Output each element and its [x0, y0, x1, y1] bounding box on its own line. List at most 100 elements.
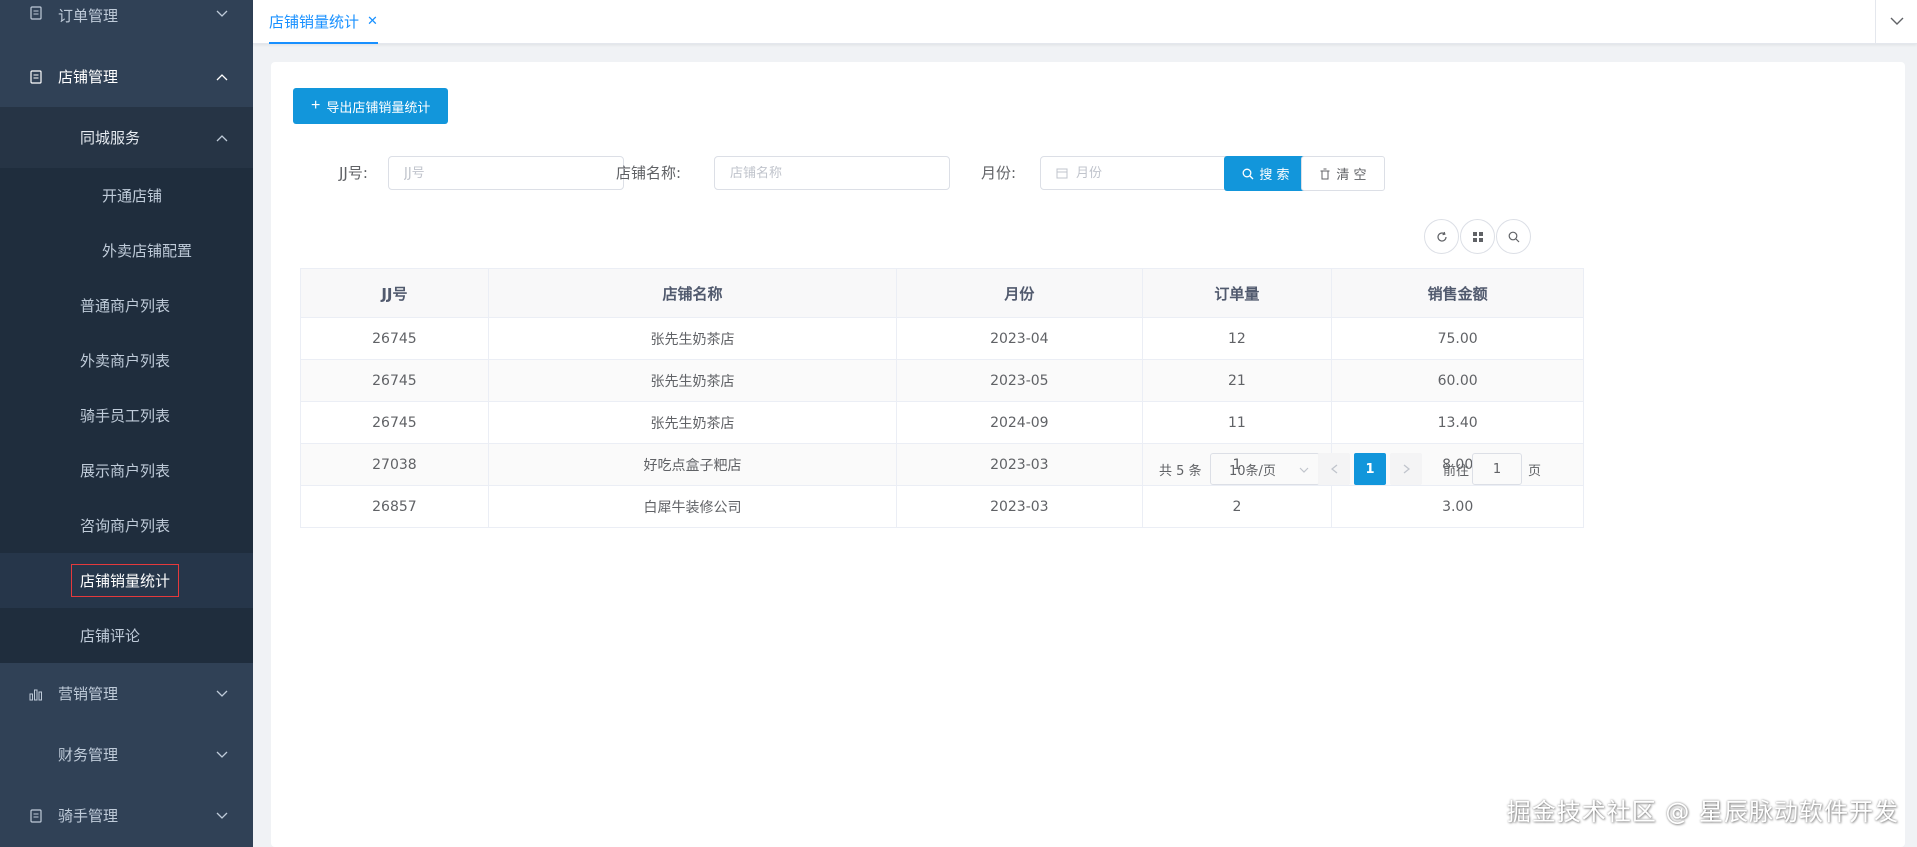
sidebar-sub-list: 开通店铺 外卖店铺配置 普通商户列表 外卖商户列表 骑手员工列表 展示商户列表 … — [0, 168, 253, 663]
pagination-total: 共 5 条 — [1159, 464, 1202, 479]
export-button[interactable]: + 导出店铺销量统计 — [293, 88, 449, 124]
chevron-down-icon — [215, 687, 229, 701]
refresh-icon — [1436, 231, 1447, 242]
document-icon — [28, 69, 44, 85]
search-icon — [1508, 231, 1519, 242]
table-cell: 12 — [1141, 317, 1333, 360]
search-icon — [1242, 168, 1254, 179]
sidebar-menu-rider-mgmt[interactable]: 骑手管理 — [0, 785, 253, 846]
sidebar-menu-label: 营销管理 — [58, 685, 119, 703]
sidebar-submenu-city-service[interactable]: 同城服务 — [0, 107, 253, 168]
chevron-down-icon — [215, 748, 229, 762]
watermark: 掘金技术社区 @ 星辰脉动软件开发 — [1506, 798, 1899, 826]
table-cell: 11 — [1141, 401, 1333, 444]
shop-name-label: 店铺名称: — [616, 164, 682, 182]
page-size-select[interactable]: 10条/页 — [1210, 453, 1320, 485]
close-icon[interactable]: ✕ — [367, 14, 378, 29]
sidebar-menu-label: 财务管理 — [58, 746, 119, 764]
table-row: 26745 张先生奶茶店 2023-04 12 75.00 — [300, 317, 1584, 360]
goto-page-input[interactable]: 1 — [1472, 453, 1522, 485]
table-cell: 75.00 — [1331, 317, 1584, 360]
page-number-current[interactable]: 1 — [1354, 453, 1386, 485]
plus-icon: + — [311, 97, 321, 114]
table-cell: 张先生奶茶店 — [487, 359, 898, 402]
sales-table: JJ号 店铺名称 月份 订单量 销售金额 26745 张先生奶茶店 2023-0… — [300, 268, 1584, 528]
bar-chart-icon — [28, 686, 44, 702]
search-button[interactable]: 搜 索 — [1224, 156, 1308, 191]
trash-icon — [1320, 168, 1330, 179]
sidebar-item-consult-merchants[interactable]: 咨询商户列表 — [0, 498, 253, 553]
sidebar-menu-finance[interactable]: 财务管理 — [0, 724, 253, 785]
table-cell: 3.00 — [1331, 485, 1584, 528]
table-cell: 26857 — [300, 485, 489, 528]
sidebar-menu-label: 订单管理 — [58, 7, 119, 25]
sidebar-menu-label: 店铺管理 — [58, 68, 119, 86]
page-suffix-label: 页 — [1528, 464, 1542, 479]
sidebar-item-shop-sales-stats[interactable]: 店铺销量统计 — [0, 553, 253, 608]
sidebar-item-takeaway-config[interactable]: 外卖店铺配置 — [0, 223, 253, 278]
shop-name-input-wrap — [714, 156, 950, 190]
sidebar-item-takeaway-merchants[interactable]: 外卖商户列表 — [0, 333, 253, 388]
next-page-button[interactable] — [1390, 453, 1422, 485]
table-header-row: JJ号 店铺名称 月份 订单量 销售金额 — [300, 268, 1584, 318]
table-cell: 张先生奶茶店 — [487, 401, 898, 444]
sidebar-menu-shop-mgmt[interactable]: 店铺管理 — [0, 46, 253, 107]
column-header-shop-name: 店铺名称 — [487, 268, 898, 318]
shop-name-input[interactable] — [730, 165, 949, 181]
refresh-button[interactable] — [1424, 219, 1459, 254]
jj-label: JJ号: — [339, 164, 368, 182]
table-cell: 张先生奶茶店 — [487, 317, 898, 360]
grid-icon — [1472, 231, 1483, 242]
tab-dropdown-button[interactable] — [1875, 0, 1917, 44]
sidebar-item-open-shop[interactable]: 开通店铺 — [0, 168, 253, 223]
jj-input[interactable] — [404, 165, 623, 181]
table-cell: 2023-04 — [896, 317, 1143, 360]
calendar-icon — [1056, 167, 1068, 179]
column-header-jj: JJ号 — [300, 268, 489, 318]
chevron-down-icon — [1299, 463, 1309, 478]
sidebar-item-riders[interactable]: 骑手员工列表 — [0, 388, 253, 443]
table-cell: 好吃点盒子粑店 — [487, 443, 898, 486]
table-cell: 21 — [1141, 359, 1333, 402]
table-cell: 13.40 — [1331, 401, 1584, 444]
table-cell: 26745 — [300, 401, 489, 444]
sidebar-item-normal-merchants[interactable]: 普通商户列表 — [0, 278, 253, 333]
table-row: 26745 张先生奶茶店 2023-05 21 60.00 — [300, 359, 1584, 402]
prev-page-button[interactable] — [1318, 453, 1350, 485]
table-cell: 2023-03 — [896, 443, 1143, 486]
table-row: 26857 白犀牛装修公司 2023-03 2 3.00 — [300, 485, 1584, 528]
sidebar-menu-marketing[interactable]: 营销管理 — [0, 663, 253, 724]
column-header-month: 月份 — [896, 268, 1143, 318]
jj-input-wrap — [388, 156, 624, 190]
month-label: 月份: — [981, 164, 1017, 182]
toggle-search-button[interactable] — [1496, 219, 1531, 254]
table-cell: 27038 — [300, 443, 489, 486]
tab-shop-sales-stats[interactable]: 店铺销量统计 ✕ — [269, 0, 378, 44]
clear-button[interactable]: 清 空 — [1301, 156, 1385, 191]
table-cell: 60.00 — [1331, 359, 1584, 402]
chevron-left-icon — [1330, 464, 1337, 474]
document-icon — [28, 5, 44, 21]
table-cell: 26745 — [300, 317, 489, 360]
main-card: + 导出店铺销量统计 JJ号: 店铺名称: 月份: 搜 索 清 空 JJ号 — [271, 62, 1905, 847]
tab-bar: 店铺销量统计 ✕ — [253, 0, 1917, 44]
chevron-down-icon — [1890, 14, 1904, 30]
chevron-down-icon — [215, 809, 229, 823]
columns-button[interactable] — [1460, 219, 1495, 254]
sidebar-menu-label: 骑手管理 — [58, 807, 119, 825]
sidebar: 订单管理 店铺管理 同城服务 开通店铺 外卖店铺配置 普通商户列表 外卖商户列表… — [0, 0, 253, 847]
goto-label: 前往 — [1443, 464, 1470, 479]
chevron-down-icon — [215, 7, 229, 21]
sidebar-item-shop-reviews[interactable]: 店铺评论 — [0, 608, 253, 663]
table-cell: 2024-09 — [896, 401, 1143, 444]
sidebar-item-display-merchants[interactable]: 展示商户列表 — [0, 443, 253, 498]
tab-label: 店铺销量统计 — [269, 12, 360, 31]
chevron-right-icon — [1403, 464, 1410, 474]
table-cell: 2023-03 — [896, 485, 1143, 528]
document-icon — [28, 808, 44, 824]
table-row: 26745 张先生奶茶店 2024-09 11 13.40 — [300, 401, 1584, 444]
sidebar-submenu-label: 同城服务 — [80, 129, 141, 147]
sidebar-menu-order-mgmt[interactable]: 订单管理 — [0, 0, 253, 30]
table-cell: 26745 — [300, 359, 489, 402]
table-cell: 2023-05 — [896, 359, 1143, 402]
